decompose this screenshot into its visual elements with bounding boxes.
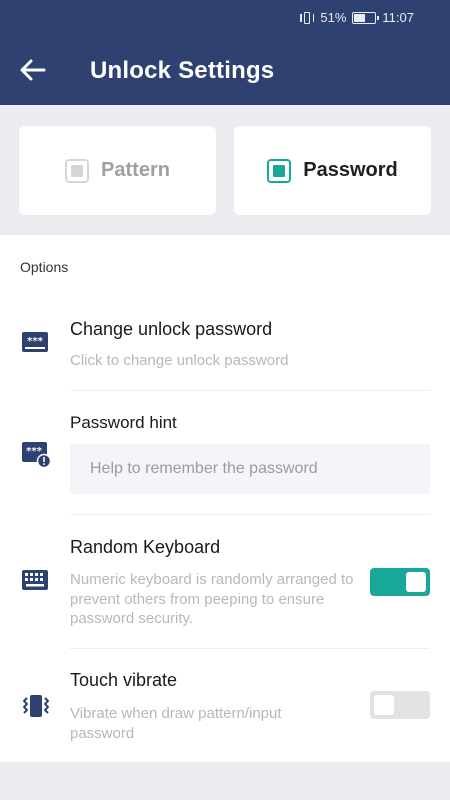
svg-text:***: ***: [27, 336, 43, 347]
pattern-checkbox-icon: [65, 158, 90, 183]
random-keyboard-toggle[interactable]: [370, 568, 430, 596]
random-keyboard-row: Random Keyboard Numeric keyboard is rand…: [0, 515, 450, 648]
password-field-icon: ***: [22, 332, 48, 357]
password-mode-label: Password: [303, 159, 398, 181]
back-arrow-icon[interactable]: [18, 56, 50, 86]
page-title: Unlock Settings: [90, 57, 275, 84]
password-hint-icon: ***: [22, 442, 52, 473]
vibrate-mode-icon: [300, 11, 315, 25]
pattern-mode-label: Pattern: [101, 159, 170, 181]
battery-percent: 51%: [320, 10, 347, 25]
keyboard-icon: [22, 570, 48, 595]
touch-vibrate-toggle[interactable]: [370, 691, 430, 719]
battery-icon: [352, 11, 380, 24]
change-password-title: Change unlock password: [70, 319, 273, 339]
random-keyboard-desc: Numeric keyboard is randomly arranged to…: [70, 571, 354, 627]
options-panel: Options *** Change unlock password Click…: [0, 235, 450, 762]
app-header: 51% 11:07 Unlock Settings: [0, 0, 450, 105]
touch-vibrate-row: Touch vibrate Vibrate when draw pattern/…: [0, 649, 450, 762]
change-password-row[interactable]: *** Change unlock password Click to chan…: [0, 305, 450, 389]
clock: 11:07: [382, 10, 414, 25]
vibrate-icon: [22, 692, 50, 725]
random-keyboard-title: Random Keyboard: [70, 537, 221, 557]
password-checkbox-icon: [267, 158, 292, 183]
password-mode-option[interactable]: Password: [234, 126, 431, 215]
status-bar: 51% 11:07: [0, 0, 450, 36]
options-section-title: Options: [20, 259, 69, 275]
password-hint-title: Password hint: [70, 413, 177, 432]
pattern-mode-option[interactable]: Pattern: [19, 126, 216, 215]
touch-vibrate-title: Touch vibrate: [70, 670, 178, 690]
password-hint-input[interactable]: [70, 444, 430, 494]
change-password-desc: Click to change unlock password: [70, 352, 289, 369]
touch-vibrate-desc: Vibrate when draw pattern/input password: [70, 705, 282, 742]
